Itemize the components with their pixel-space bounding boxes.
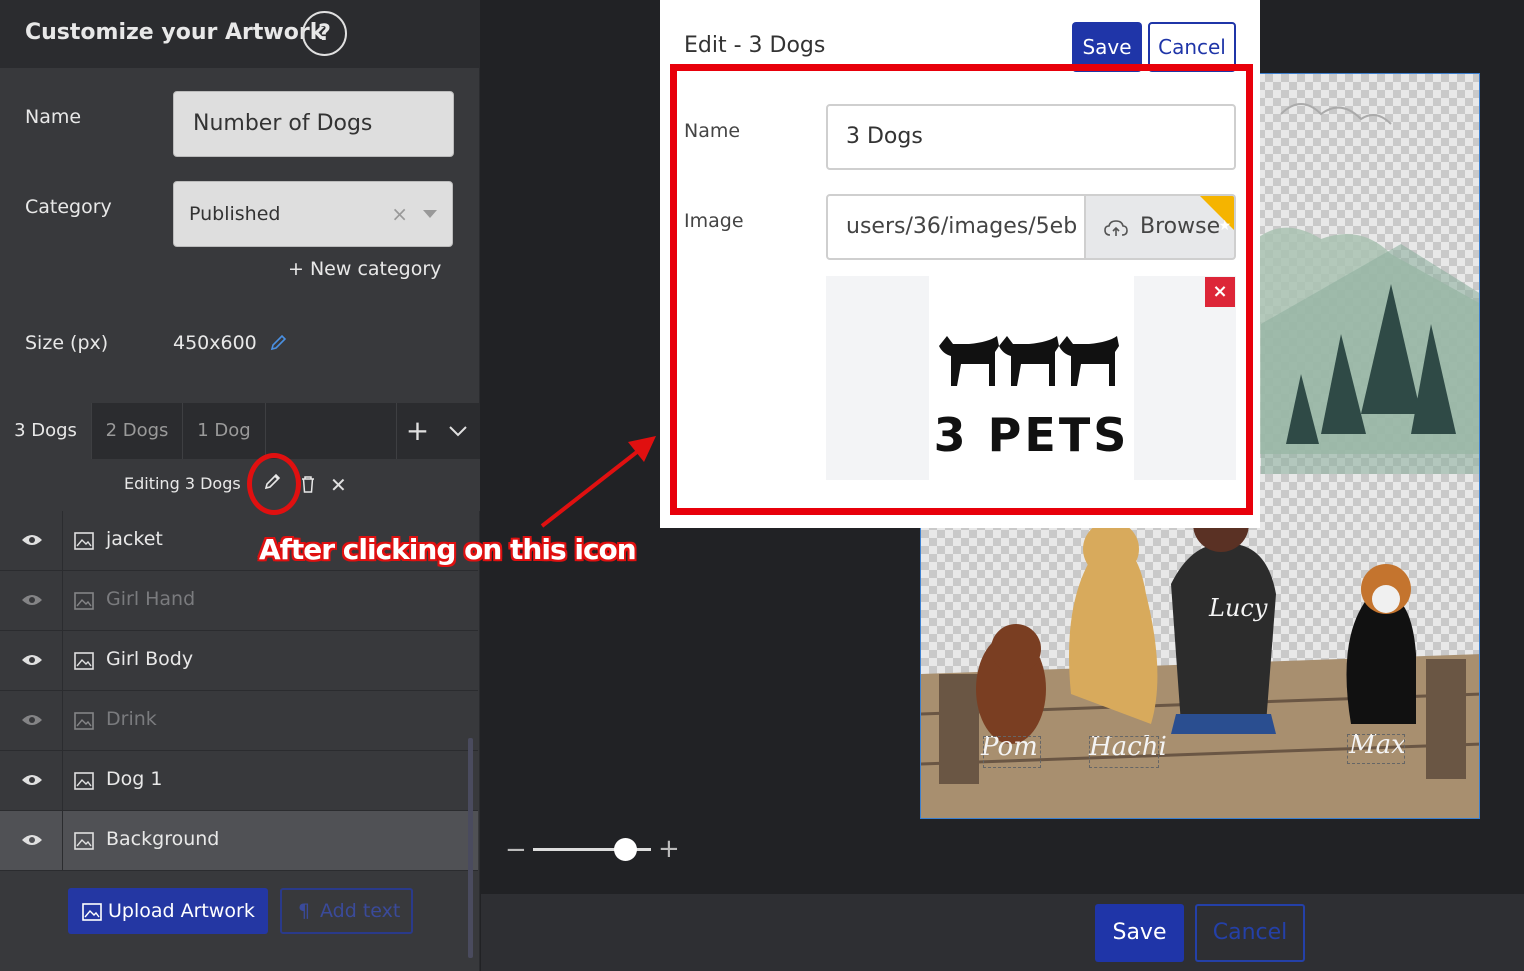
image-icon [74,532,94,550]
visibility-toggle[interactable] [0,691,63,751]
layer-row[interactable]: Dog 1 [0,751,478,811]
size-value: 450x600 [173,332,257,354]
text-bounding-box [983,736,1041,768]
layer-name: jacket [106,528,163,550]
cancel-button[interactable]: Cancel [1195,904,1305,962]
footer-bar [481,894,1524,971]
eye-icon [22,655,42,665]
layer-name: Dog 1 [106,768,163,790]
editing-label: Editing 3 Dogs [124,474,241,493]
save-button[interactable]: Save [1095,904,1184,962]
eye-icon [22,715,42,725]
edit-size-pencil-icon[interactable] [270,333,288,351]
eye-icon [22,835,42,845]
customize-sidebar: Customize your Artwork ? Name Number of … [0,0,480,971]
cloud-upload-icon [1104,220,1128,236]
sidebar-header: Customize your Artwork ? [0,0,480,68]
upload-artwork-label: Upload Artwork [108,900,255,922]
text-bounding-box [1089,736,1159,768]
visibility-toggle[interactable] [0,631,63,691]
tab-3-dogs[interactable]: 3 Dogs [0,403,92,459]
image-icon [74,712,94,730]
modal-title: Edit - 3 Dogs [684,33,826,58]
image-path-input[interactable]: users/36/images/5eb [826,194,1086,260]
artwork-name-input[interactable]: Number of Dogs [173,91,454,157]
close-icon[interactable]: ✕ [330,473,347,497]
add-text-button[interactable]: ¶ Add text [280,888,413,934]
sidebar-title: Customize your Artwork [25,20,325,45]
tab-1-dog[interactable]: 1 Dog [183,403,266,459]
name-label: Name [25,106,82,128]
layer-row[interactable]: Girl Hand [0,571,478,631]
layer-row-selected[interactable]: Background [0,811,478,871]
modal-image-label: Image [684,210,744,232]
star-icon: ★ [1218,218,1231,234]
visibility-toggle[interactable] [0,511,63,571]
category-select[interactable]: Published × [173,181,453,247]
eye-icon [22,535,42,545]
upload-artwork-button[interactable]: Upload Artwork [68,888,268,934]
image-icon [74,652,94,670]
variant-tab-bar: 3 Dogs 2 Dogs 1 Dog + [0,403,480,459]
visibility-toggle[interactable] [0,751,63,811]
paragraph-icon: ¶ [298,900,311,922]
annotation-arrow-icon [540,436,656,528]
modal-name-label: Name [684,120,741,142]
layer-row[interactable]: Girl Body [0,631,478,691]
remove-image-button[interactable]: × [1205,277,1235,307]
chevron-down-icon[interactable] [423,210,437,218]
tab-2-dogs[interactable]: 2 Dogs [92,403,183,459]
jacket-name-label[interactable]: Lucy [1209,594,1267,622]
layer-row[interactable]: Drink [0,691,478,751]
category-value: Published [189,203,281,225]
zoom-in-button[interactable]: + [658,834,680,864]
text-bounding-box [1347,734,1405,764]
new-category-link[interactable]: + New category [288,258,441,280]
add-text-label: Add text [320,900,401,922]
visibility-toggle[interactable] [0,571,63,631]
annotation-text: After clicking on this icon [259,533,637,566]
help-button[interactable]: ? [302,11,347,56]
size-label: Size (px) [25,332,109,354]
eye-icon [22,775,42,785]
eye-icon [22,595,42,605]
layer-name: Drink [106,708,157,730]
trash-icon[interactable] [300,475,316,493]
variant-name-input[interactable]: 3 Dogs [826,104,1236,170]
image-icon [74,772,94,790]
image-icon [82,903,102,921]
chevron-down-icon[interactable] [449,425,467,437]
editing-toolbar: Editing 3 Dogs ✕ [0,459,480,511]
layers-scrollbar[interactable] [468,738,473,958]
visibility-toggle[interactable] [0,811,63,871]
image-icon [74,592,94,610]
layer-name: Background [106,828,220,850]
image-preview: 3 PETS [826,276,1236,480]
zoom-out-button[interactable]: − [505,835,527,865]
layer-name: Girl Body [106,648,194,670]
image-icon [74,832,94,850]
zoom-slider-handle[interactable] [614,838,637,861]
clear-category-icon[interactable]: × [391,182,408,246]
browse-button[interactable]: Browse ★ [1086,194,1236,260]
add-variant-button[interactable]: + [396,403,438,459]
annotation-circle [247,453,301,515]
preview-caption: 3 PETS [933,408,1130,462]
preview-image: 3 PETS [929,276,1134,480]
layer-name: Girl Hand [106,588,196,610]
category-label: Category [25,196,112,218]
